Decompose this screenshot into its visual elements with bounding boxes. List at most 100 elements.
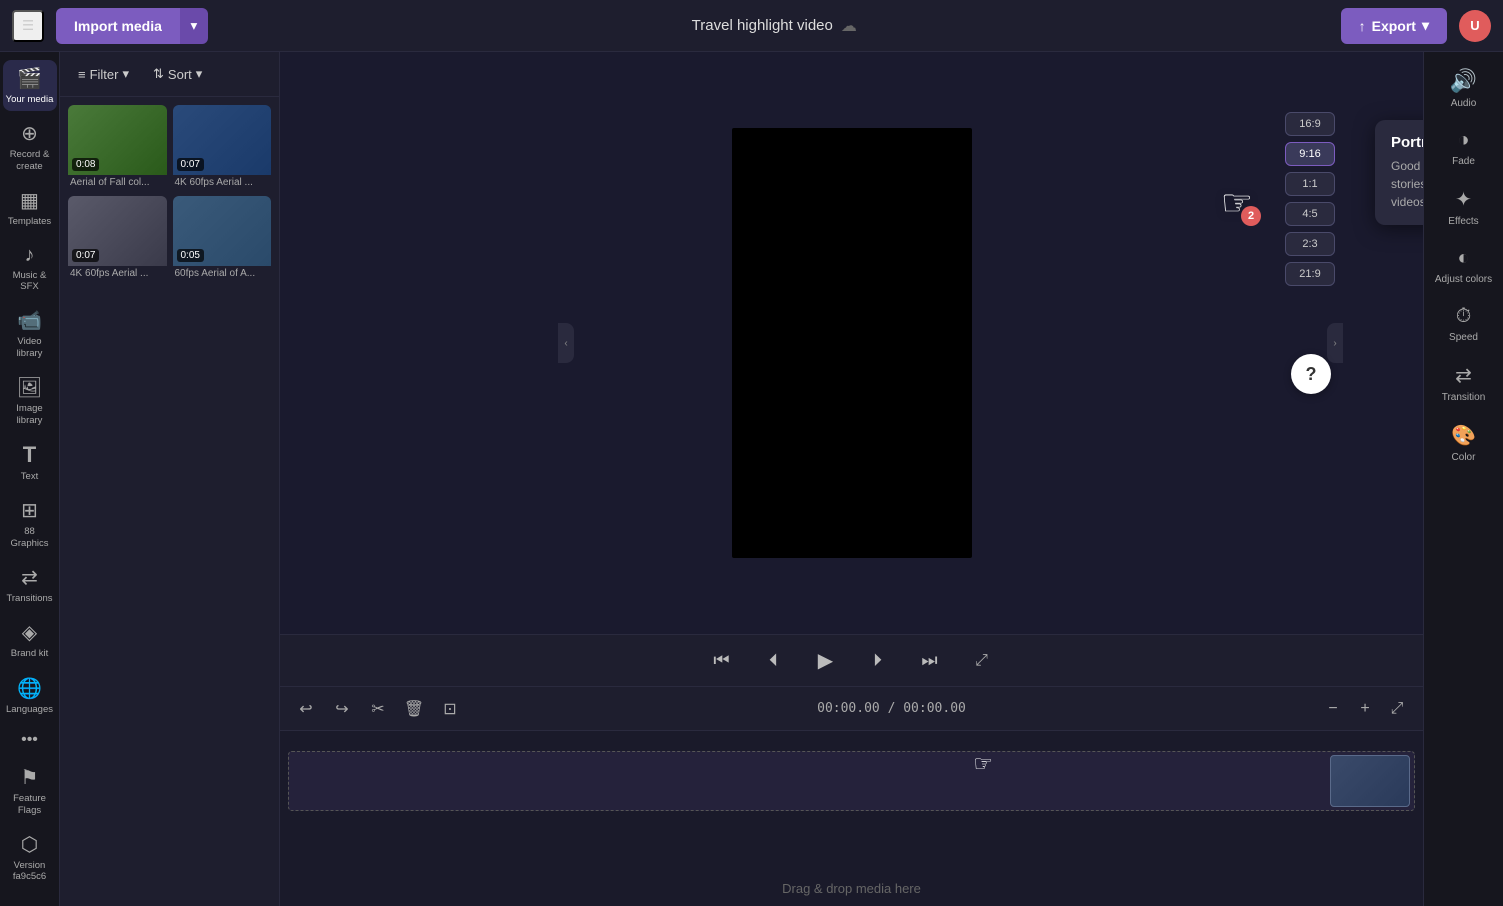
right-tool-fade[interactable]: ◑ Fade — [1429, 121, 1499, 175]
play-button[interactable]: ▶ — [810, 645, 842, 677]
right-tool-effects[interactable]: ✦ Effects — [1429, 179, 1499, 235]
skip-to-end-button[interactable]: ⏭ — [914, 645, 946, 677]
portrait-popup-title: Portrait — [1391, 134, 1423, 151]
hamburger-icon: ☰ — [22, 18, 34, 34]
right-tool-label: Color — [1452, 452, 1476, 463]
sidebar-item-your-media[interactable]: 🎬 Your media — [3, 60, 57, 111]
aspect-ratio-9-16[interactable]: 9:16 — [1285, 142, 1335, 166]
right-tool-transition[interactable]: ⇄ Transition — [1429, 355, 1499, 411]
timeline-toolbar: ↩ ↪ ✂ 🗑 ⊡ 00:00.00 / 00:00.00 − + ⤢ — [280, 687, 1423, 731]
export-chevron-icon: ▾ — [1422, 17, 1429, 34]
record-create-icon: ⊕ — [21, 121, 38, 146]
cloud-save-icon: ☁ — [841, 16, 857, 36]
sidebar-item-label: Record &create — [10, 149, 50, 172]
aspect-ratio-21-9[interactable]: 21:9 — [1285, 262, 1335, 286]
zoom-controls: − + ⤢ — [1319, 695, 1411, 723]
redo-button[interactable]: ↪ — [328, 695, 356, 723]
delete-button[interactable]: 🗑 — [400, 695, 428, 723]
filter-button[interactable]: ≡ Filter ▾ — [70, 62, 137, 86]
playback-controls: ⏮ ⏴ ▶ ⏵ ⏭ ⤢ — [280, 634, 1423, 686]
sidebar-item-label: Feature Flags — [5, 793, 55, 816]
skip-to-start-button[interactable]: ⏮ — [706, 645, 738, 677]
left-panel-collapse-handle[interactable]: ‹ — [558, 323, 574, 363]
sidebar-item-feature-flags[interactable]: ⚑ Feature Flags — [3, 759, 57, 822]
brand-kit-icon: ◈ — [22, 620, 37, 645]
fullscreen-button[interactable]: ⤢ — [966, 645, 998, 677]
graphics-icon: ⊞ — [21, 498, 38, 523]
feature-flags-icon: ⚑ — [21, 765, 39, 790]
timeline-content[interactable]: Drag & drop media here ☞ — [280, 731, 1423, 906]
step-back-button[interactable]: ⏴ — [758, 645, 790, 677]
undo-button[interactable]: ↩ — [292, 695, 320, 723]
zoom-in-button[interactable]: + — [1351, 695, 1379, 723]
zoom-out-button[interactable]: − — [1319, 695, 1347, 723]
filter-label: Filter — [90, 67, 119, 82]
right-panel-collapse-handle[interactable]: › — [1327, 323, 1343, 363]
export-button[interactable]: ↑ Export ▾ — [1341, 8, 1447, 44]
aspect-ratio-16-9[interactable]: 16:9 — [1285, 112, 1335, 136]
sidebar-item-graphics[interactable]: ⊞ 88 Graphics — [3, 492, 57, 555]
audio-icon: 🔊 — [1450, 68, 1477, 94]
topbar: ☰ Import media ▾ Travel highlight video … — [0, 0, 1503, 52]
aspect-ratio-4-5[interactable]: 4:5 — [1285, 202, 1335, 226]
help-button[interactable]: ? — [1291, 354, 1331, 394]
sort-label: Sort — [168, 67, 192, 82]
sidebar-item-record-create[interactable]: ⊕ Record &create — [3, 115, 57, 178]
list-item[interactable]: 0:07 4K 60fps Aerial ... — [173, 105, 272, 190]
right-tool-audio[interactable]: 🔊 Audio — [1429, 60, 1499, 117]
zoom-fit-button[interactable]: ⤢ — [1383, 695, 1411, 723]
total-time: 00:00.00 — [903, 701, 966, 716]
badge-counter: 2 — [1241, 206, 1261, 226]
sort-button[interactable]: ⇅ Sort ▾ — [145, 62, 210, 86]
sidebar-item-version[interactable]: ⬡ Versionfa9c5c6 — [3, 826, 57, 889]
right-tool-color[interactable]: 🎨 Color — [1429, 415, 1499, 471]
adjust-colors-icon: ◐ — [1457, 247, 1469, 270]
templates-icon: ▦ — [20, 188, 39, 213]
image-library-icon: 🖼 — [17, 375, 42, 400]
chevron-down-icon: ▾ — [191, 18, 198, 34]
list-item[interactable]: 0:05 60fps Aerial of A... — [173, 196, 272, 281]
sidebar-item-languages[interactable]: 🌐 Languages — [3, 670, 57, 721]
right-tool-adjust-colors[interactable]: ◐ Adjust colors — [1429, 239, 1499, 293]
sidebar-item-label: Languages — [6, 704, 53, 715]
sidebar-item-video-library[interactable]: 📹 Video library — [3, 302, 57, 365]
list-item[interactable]: 0:08 Aerial of Fall col... — [68, 105, 167, 190]
media-name: 4K 60fps Aerial ... — [68, 266, 167, 281]
time-separator: / — [888, 701, 904, 716]
text-icon: T — [23, 442, 36, 468]
import-media-button[interactable]: Import media — [56, 8, 180, 44]
time-display: 00:00.00 / 00:00.00 — [472, 701, 1311, 716]
portrait-popup: Portrait Good for Instagram stories, IGT… — [1375, 120, 1423, 225]
transitions-icon: ⇄ — [21, 565, 38, 590]
video-library-icon: 📹 — [17, 308, 42, 333]
drop-label-text: Drag & drop media here — [782, 881, 921, 896]
panel-toolbar: ≡ Filter ▾ ⇅ Sort ▾ — [60, 52, 279, 97]
sidebar-item-more[interactable]: ••• — [3, 725, 57, 755]
right-tool-label: Adjust colors — [1435, 274, 1492, 285]
aspect-ratio-2-3[interactable]: 2:3 — [1285, 232, 1335, 256]
menu-button[interactable]: ☰ — [12, 10, 44, 42]
sidebar-item-brand-kit[interactable]: ◈ Brand kit — [3, 614, 57, 665]
sidebar-item-music-sfx[interactable]: ♪ Music & SFX — [3, 238, 57, 299]
import-media-dropdown-button[interactable]: ▾ — [180, 8, 208, 44]
step-forward-button[interactable]: ⏵ — [862, 645, 894, 677]
right-tool-speed[interactable]: ⏱ Speed — [1429, 297, 1499, 351]
sidebar-item-label: Music & SFX — [5, 270, 55, 293]
list-item[interactable]: 0:07 4K 60fps Aerial ... — [68, 196, 167, 281]
center-column: ‹ 16:9 9:16 1:1 4:5 2:3 21:9 Portrait Go… — [280, 52, 1423, 906]
sidebar-item-image-library[interactable]: 🖼 Image library — [3, 369, 57, 432]
sidebar-item-label: Your media — [6, 94, 54, 105]
project-title-text: Travel highlight video — [692, 17, 833, 34]
export-label: Export — [1372, 18, 1416, 34]
duration-badge: 0:05 — [177, 249, 204, 262]
duration-badge: 0:07 — [177, 158, 204, 171]
export-icon: ↑ — [1359, 18, 1366, 34]
portrait-popup-description: Good for Instagram stories, IGTV and mob… — [1391, 157, 1423, 211]
avatar[interactable]: U — [1459, 10, 1491, 42]
cut-button[interactable]: ✂ — [364, 695, 392, 723]
sidebar-item-text[interactable]: T Text — [3, 436, 57, 488]
sidebar-item-templates[interactable]: ▦ Templates — [3, 182, 57, 233]
sidebar-item-transitions[interactable]: ⇄ Transitions — [3, 559, 57, 610]
aspect-ratio-1-1[interactable]: 1:1 — [1285, 172, 1335, 196]
duplicate-button[interactable]: ⊡ — [436, 695, 464, 723]
